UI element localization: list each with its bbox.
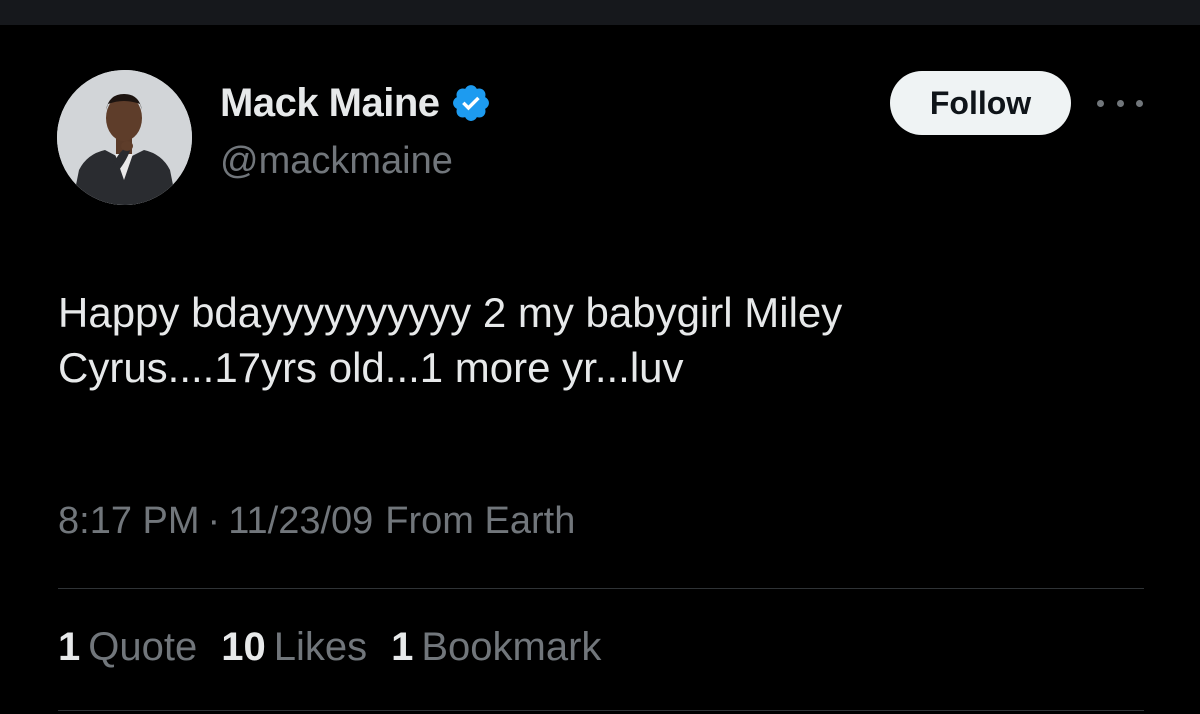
more-dot [1097, 99, 1104, 107]
tweet-meta: 8:17 PM · 11/23/09 From Earth [58, 500, 575, 543]
author-display-name[interactable]: Mack Maine [220, 81, 440, 126]
divider [58, 710, 1144, 711]
likes-label: Likes [273, 625, 368, 669]
top-bar [0, 0, 1200, 25]
quotes-stat[interactable]: 1 Quote [58, 625, 197, 670]
tweet-source: From Earth [385, 500, 576, 542]
divider [58, 588, 1144, 589]
avatar-image [57, 70, 192, 205]
follow-button[interactable]: Follow [890, 71, 1071, 135]
author-handle[interactable]: @mackmaine [220, 140, 453, 183]
more-horizontal-icon[interactable] [1097, 93, 1143, 113]
tweet-stats: 1 Quote 10 Likes 1 Bookmark [58, 625, 625, 670]
bookmarks-label: Bookmark [421, 625, 602, 669]
verified-badge-icon[interactable] [450, 82, 492, 124]
bookmarks-stat[interactable]: 1 Bookmark [391, 625, 601, 670]
tweet-date[interactable]: 11/23/09 [228, 500, 373, 543]
author-name-row: Mack Maine [220, 78, 492, 128]
likes-stat[interactable]: 10 Likes [221, 625, 367, 670]
more-dot [1136, 99, 1143, 107]
avatar[interactable] [57, 70, 192, 205]
quotes-count: 1 [58, 625, 81, 669]
quotes-label: Quote [88, 625, 198, 669]
meta-separator: · [207, 500, 221, 542]
tweet-text: Happy bdayyyyyyyyyy 2 my babygirl Miley … [58, 289, 843, 391]
tweet-time[interactable]: 8:17 PM [58, 500, 200, 543]
bookmarks-count: 1 [391, 625, 414, 669]
likes-count: 10 [221, 625, 266, 669]
more-dot [1116, 99, 1124, 107]
